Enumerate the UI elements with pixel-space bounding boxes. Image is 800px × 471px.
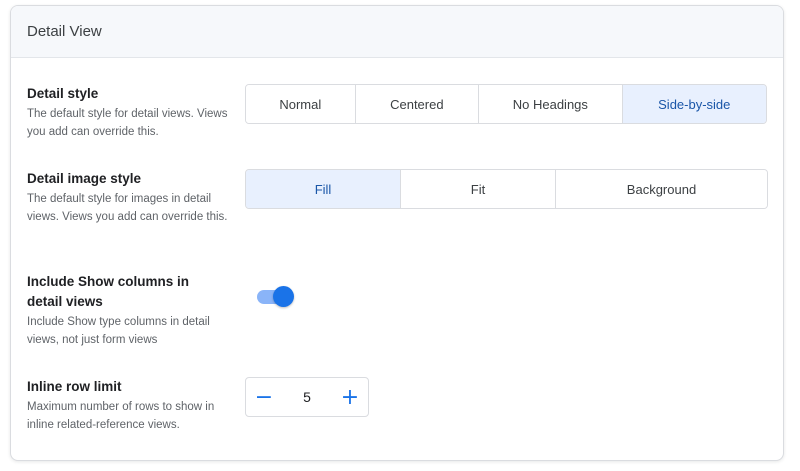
- card-header: Detail View: [11, 6, 783, 58]
- include-show-columns-description: Include Show type columns in detail view…: [27, 316, 210, 346]
- inline-row-limit-stepper: − 5 +: [245, 377, 369, 417]
- detail-image-style-row: Detail image style The default style for…: [27, 169, 768, 249]
- detail-style-row: Detail style The default style for detai…: [27, 84, 767, 144]
- inline-row-limit-label-group: Inline row limit Maximum number of rows …: [27, 377, 232, 434]
- detail-style-option-centered[interactable]: Centered: [355, 85, 480, 123]
- detail-style-description: The default style for detail views. View…: [27, 108, 228, 138]
- detail-image-style-label-group: Detail image style The default style for…: [27, 169, 232, 226]
- include-show-columns-toggle[interactable]: [255, 285, 295, 309]
- increment-button[interactable]: +: [332, 378, 368, 416]
- detail-view-card: Detail View Detail style The default sty…: [10, 5, 784, 461]
- include-show-columns-title: Include Show columns in detail views: [27, 274, 190, 309]
- inline-row-limit-title: Inline row limit: [27, 379, 122, 394]
- detail-style-option-side-by-side[interactable]: Side-by-side: [622, 85, 766, 123]
- detail-image-style-description: The default style for images in detail v…: [27, 193, 228, 223]
- detail-style-label-group: Detail style The default style for detai…: [27, 84, 232, 141]
- toggle-thumb: [273, 286, 294, 307]
- detail-style-option-no-headings[interactable]: No Headings: [479, 85, 623, 123]
- detail-image-style-option-background[interactable]: Background: [556, 170, 767, 208]
- decrement-button[interactable]: −: [246, 378, 282, 416]
- detail-style-title: Detail style: [27, 86, 99, 101]
- detail-image-style-title: Detail image style: [27, 171, 142, 186]
- include-show-columns-row: Include Show columns in detail views Inc…: [27, 272, 767, 352]
- detail-style-option-normal[interactable]: Normal: [246, 85, 356, 123]
- minus-icon: −: [254, 384, 274, 410]
- inline-row-limit-description: Maximum number of rows to show in inline…: [27, 401, 215, 431]
- plus-icon: +: [340, 384, 360, 410]
- include-show-columns-label-group: Include Show columns in detail views Inc…: [27, 272, 217, 349]
- detail-image-style-option-fill[interactable]: Fill: [246, 170, 401, 208]
- detail-image-style-option-fit[interactable]: Fit: [401, 170, 556, 208]
- inline-row-limit-row: Inline row limit Maximum number of rows …: [27, 377, 767, 437]
- detail-style-segmented-control: Normal Centered No Headings Side-by-side: [245, 84, 767, 124]
- card-title: Detail View: [27, 23, 102, 40]
- detail-image-style-segmented-control: Fill Fit Background: [245, 169, 768, 209]
- inline-row-limit-value: 5: [303, 389, 311, 405]
